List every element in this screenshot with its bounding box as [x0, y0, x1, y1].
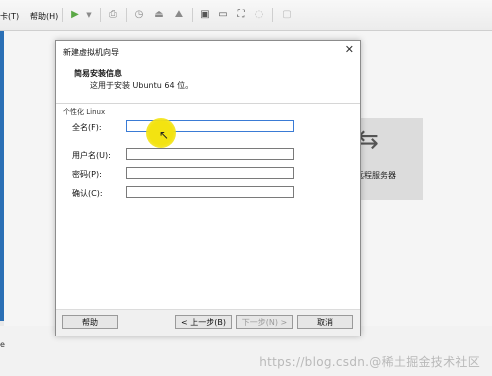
- fullname-label: 全名(F):: [72, 123, 102, 132]
- group-label: 个性化 Linux: [63, 108, 106, 116]
- watermark: https://blog.csdn.@稀土掘金技术社区: [259, 355, 480, 369]
- toolbar-separator: [62, 8, 63, 22]
- username-field[interactable]: [126, 148, 294, 160]
- remote-server-label: 远程服务器: [356, 171, 396, 180]
- new-vm-wizard-dialog: 新建虚拟机向导 ✕ 简易安装信息 这用于安装 Ubuntu 64 位。 个性化 …: [55, 40, 361, 336]
- play-icon[interactable]: ▶: [68, 9, 82, 21]
- header-subtitle: 这用于安装 Ubuntu 64 位。: [90, 81, 194, 90]
- cancel-button[interactable]: 取消: [297, 315, 353, 329]
- menu-bar: 卡(T) 帮助(H) ▶ ▼ ⎙ ◷ ⏏ ⛰ ▣ ▭ ⛶ ◌ ▢: [0, 0, 492, 31]
- dialog-header: 简易安装信息 这用于安装 Ubuntu 64 位。: [56, 59, 360, 104]
- password-field[interactable]: [126, 167, 294, 179]
- snapshot-restore-icon[interactable]: ⏏: [152, 9, 166, 21]
- view-unity-icon[interactable]: ◌: [252, 9, 266, 21]
- back-button[interactable]: < 上一步(B): [175, 315, 232, 329]
- confirm-password-label: 确认(C):: [72, 189, 103, 198]
- toolbar-separator: [126, 8, 127, 22]
- view-normal-icon[interactable]: ▣: [198, 9, 212, 21]
- view-console-icon[interactable]: ▭: [216, 9, 230, 21]
- menu-item-help[interactable]: 帮助(H): [30, 11, 58, 22]
- toolbar-separator: [100, 8, 101, 22]
- close-icon[interactable]: ✕: [345, 43, 354, 56]
- dialog-title: 新建虚拟机向导: [63, 48, 119, 57]
- menu-item-tab[interactable]: 卡(T): [0, 11, 19, 22]
- header-title: 简易安装信息: [74, 69, 122, 78]
- bottom-mark: e: [0, 340, 5, 349]
- confirm-password-field[interactable]: [126, 186, 294, 198]
- dropdown-icon[interactable]: ▼: [82, 9, 96, 21]
- help-button[interactable]: 帮助: [62, 315, 118, 329]
- next-button[interactable]: 下一步(N) >: [236, 315, 293, 329]
- mouse-cursor-icon: ↖: [159, 128, 170, 142]
- toolbar-separator: [272, 8, 273, 22]
- view-thumbnail-icon[interactable]: ▢: [280, 9, 294, 21]
- password-label: 密码(P):: [72, 170, 102, 179]
- view-fullscreen-icon[interactable]: ⛶: [234, 9, 248, 21]
- snapshot-manager-icon[interactable]: ⛰: [172, 9, 186, 21]
- username-label: 用户名(U):: [72, 151, 111, 160]
- snapshot-icon[interactable]: ◷: [132, 9, 146, 21]
- network-icon[interactable]: ⎙: [106, 9, 120, 21]
- toolbar-separator: [192, 8, 193, 22]
